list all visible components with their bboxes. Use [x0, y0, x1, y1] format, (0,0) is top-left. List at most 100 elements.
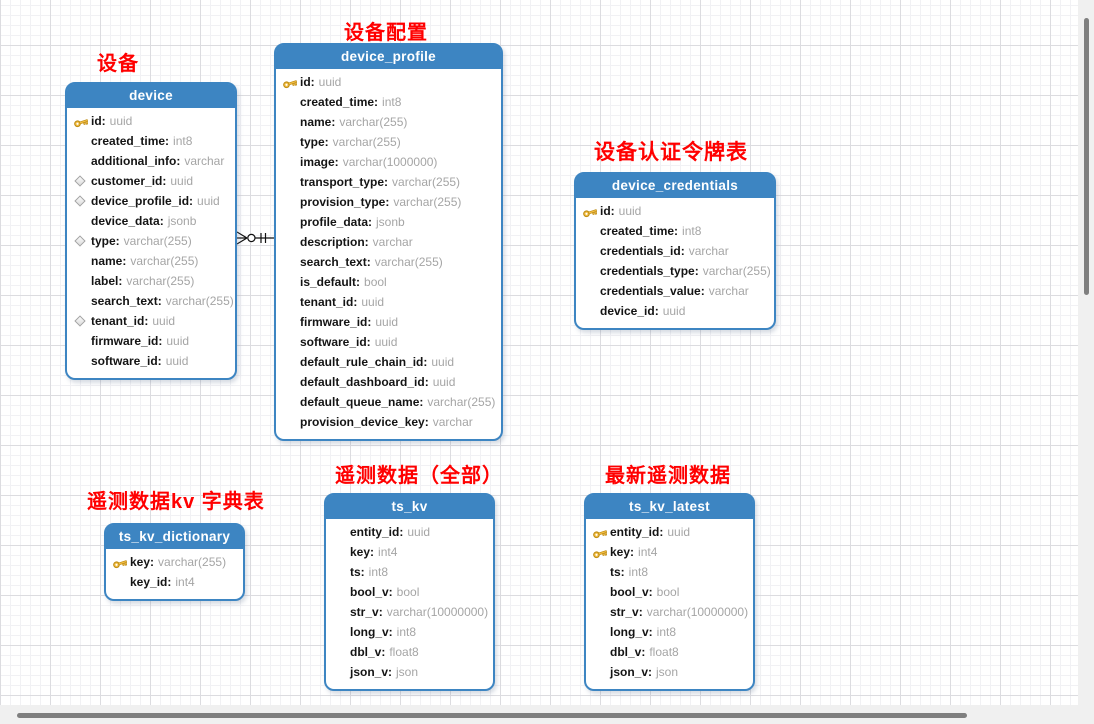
primary-key-icon — [588, 544, 610, 560]
column-device_profile_id[interactable]: device_profile_id: uuid — [69, 191, 233, 211]
column-list: key: varchar(255) key_id: int4 — [106, 549, 243, 599]
column-firmware_id[interactable]: firmware_id: uuid — [69, 331, 233, 351]
column-type: varchar(255) — [126, 274, 195, 288]
relationship-connector[interactable] — [236, 230, 276, 246]
table-device_profile[interactable]: device_profile id: uuid created_time: int8 na… — [274, 43, 503, 441]
column-entity_id[interactable]: entity_id: uuid — [328, 522, 491, 542]
column-name: profile_data: — [300, 215, 373, 229]
column-search_text[interactable]: search_text: varchar(255) — [69, 291, 234, 311]
column-type: uuid — [109, 114, 133, 128]
column-type[interactable]: type: varchar(255) — [69, 231, 233, 251]
column-key_id[interactable]: key_id: int4 — [108, 572, 241, 592]
column-key[interactable]: key: varchar(255) — [108, 552, 241, 572]
column-transport_type[interactable]: transport_type: varchar(255) — [278, 172, 499, 192]
column-credentials_value[interactable]: credentials_value: varchar — [578, 281, 772, 301]
column-json_v[interactable]: json_v: json — [588, 662, 751, 682]
column-id[interactable]: id: uuid — [578, 201, 772, 221]
table-caption-ts_kv_latest[interactable]: 最新遥测数据 — [605, 465, 731, 487]
column-device_id[interactable]: device_id: uuid — [578, 301, 772, 321]
vertical-scrollbar-thumb[interactable] — [1084, 18, 1089, 295]
icon-spacer — [278, 354, 300, 370]
column-type: uuid — [374, 335, 398, 349]
column-label[interactable]: label: varchar(255) — [69, 271, 233, 291]
table-caption-device[interactable]: 设备 — [97, 53, 139, 75]
column-key[interactable]: key: int4 — [328, 542, 491, 562]
icon-spacer — [588, 624, 610, 640]
column-provision_type[interactable]: provision_type: varchar(255) — [278, 192, 499, 212]
table-device[interactable]: device id: uuid created_time: int8 additional… — [65, 82, 237, 380]
column-tenant_id[interactable]: tenant_id: uuid — [278, 292, 499, 312]
column-search_text[interactable]: search_text: varchar(255) — [278, 252, 499, 272]
column-credentials_type[interactable]: credentials_type: varchar(255) — [578, 261, 772, 281]
column-long_v[interactable]: long_v: int8 — [588, 622, 751, 642]
horizontal-scrollbar-thumb[interactable] — [17, 713, 967, 718]
table-caption-ts_kv_dictionary[interactable]: 遥测数据kv 字典表 — [87, 491, 265, 513]
column-ts[interactable]: ts: int8 — [328, 562, 491, 582]
column-long_v[interactable]: long_v: int8 — [328, 622, 491, 642]
column-name[interactable]: name: varchar(255) — [69, 251, 233, 271]
column-software_id[interactable]: software_id: uuid — [69, 351, 233, 371]
column-default_dashboard_id[interactable]: default_dashboard_id: uuid — [278, 372, 499, 392]
column-type: varchar(1000000) — [342, 155, 438, 169]
table-caption-ts_kv[interactable]: 遥测数据（全部） — [335, 465, 503, 487]
column-credentials_id[interactable]: credentials_id: varchar — [578, 241, 772, 261]
column-type: uuid — [431, 355, 455, 369]
column-str_v[interactable]: str_v: varchar(10000000) — [328, 602, 491, 622]
column-entity_id[interactable]: entity_id: uuid — [588, 522, 751, 542]
column-additional_info[interactable]: additional_info: varchar — [69, 151, 233, 171]
column-is_default[interactable]: is_default: bool — [278, 272, 499, 292]
icon-spacer — [69, 333, 91, 349]
column-software_id[interactable]: software_id: uuid — [278, 332, 499, 352]
column-description[interactable]: description: varchar — [278, 232, 499, 252]
column-dbl_v[interactable]: dbl_v: float8 — [588, 642, 751, 662]
table-caption-device_credentials[interactable]: 设备认证令牌表 — [594, 141, 748, 164]
column-customer_id[interactable]: customer_id: uuid — [69, 171, 233, 191]
column-key[interactable]: key: int4 — [588, 542, 751, 562]
icon-spacer — [328, 584, 350, 600]
column-json_v[interactable]: json_v: json — [328, 662, 491, 682]
column-provision_device_key[interactable]: provision_device_key: varchar — [278, 412, 499, 432]
primary-key-icon — [69, 113, 91, 129]
icon-spacer — [278, 254, 300, 270]
column-name: tenant_id: — [300, 295, 358, 309]
table-caption-device_profile[interactable]: 设备配置 — [344, 22, 428, 44]
column-device_data[interactable]: device_data: jsonb — [69, 211, 233, 231]
column-default_queue_name[interactable]: default_queue_name: varchar(255) — [278, 392, 499, 412]
table-device_credentials[interactable]: device_credentials id: uuid created_time: in… — [574, 172, 776, 330]
icon-spacer — [578, 303, 600, 319]
column-type: uuid — [197, 194, 220, 208]
column-type: uuid — [361, 295, 385, 309]
table-ts_kv_latest[interactable]: ts_kv_latest entity_id: uuid key: int4 ts: int… — [584, 493, 755, 691]
column-ts[interactable]: ts: int8 — [588, 562, 751, 582]
column-dbl_v[interactable]: dbl_v: float8 — [328, 642, 491, 662]
primary-key-icon — [278, 74, 300, 90]
column-image[interactable]: image: varchar(1000000) — [278, 152, 499, 172]
column-bool_v[interactable]: bool_v: bool — [328, 582, 491, 602]
column-name: type: — [91, 234, 120, 248]
column-created_time[interactable]: created_time: int8 — [278, 92, 499, 112]
column-tenant_id[interactable]: tenant_id: uuid — [69, 311, 233, 331]
column-name: ts: — [610, 565, 625, 579]
diagram-canvas[interactable]: 设备 device id: uuid created_time: int8 addition… — [0, 0, 1078, 705]
column-str_v[interactable]: str_v: varchar(10000000) — [588, 602, 751, 622]
table-ts_kv[interactable]: ts_kv entity_id: uuid key: int4 ts: int8 bool_v… — [324, 493, 495, 691]
column-bool_v[interactable]: bool_v: bool — [588, 582, 751, 602]
table-ts_kv_dictionary[interactable]: ts_kv_dictionary key: varchar(255) key_id: i… — [104, 523, 245, 601]
column-id[interactable]: id: uuid — [69, 111, 233, 131]
column-id[interactable]: id: uuid — [278, 72, 499, 92]
column-firmware_id[interactable]: firmware_id: uuid — [278, 312, 499, 332]
column-default_rule_chain_id[interactable]: default_rule_chain_id: uuid — [278, 352, 499, 372]
column-list: id: uuid created_time: int8 name: varchar(255… — [276, 69, 501, 439]
column-type[interactable]: type: varchar(255) — [278, 132, 499, 152]
column-name: image: — [300, 155, 339, 169]
column-type: uuid — [165, 354, 189, 368]
column-type: varchar(255) — [332, 135, 401, 149]
column-type: uuid — [318, 75, 342, 89]
column-name: description: — [300, 235, 369, 249]
column-name[interactable]: name: varchar(255) — [278, 112, 499, 132]
column-created_time[interactable]: created_time: int8 — [69, 131, 233, 151]
column-profile_data[interactable]: profile_data: jsonb — [278, 212, 499, 232]
column-created_time[interactable]: created_time: int8 — [578, 221, 772, 241]
column-name: credentials_type: — [600, 264, 699, 278]
column-type: json — [656, 665, 679, 679]
